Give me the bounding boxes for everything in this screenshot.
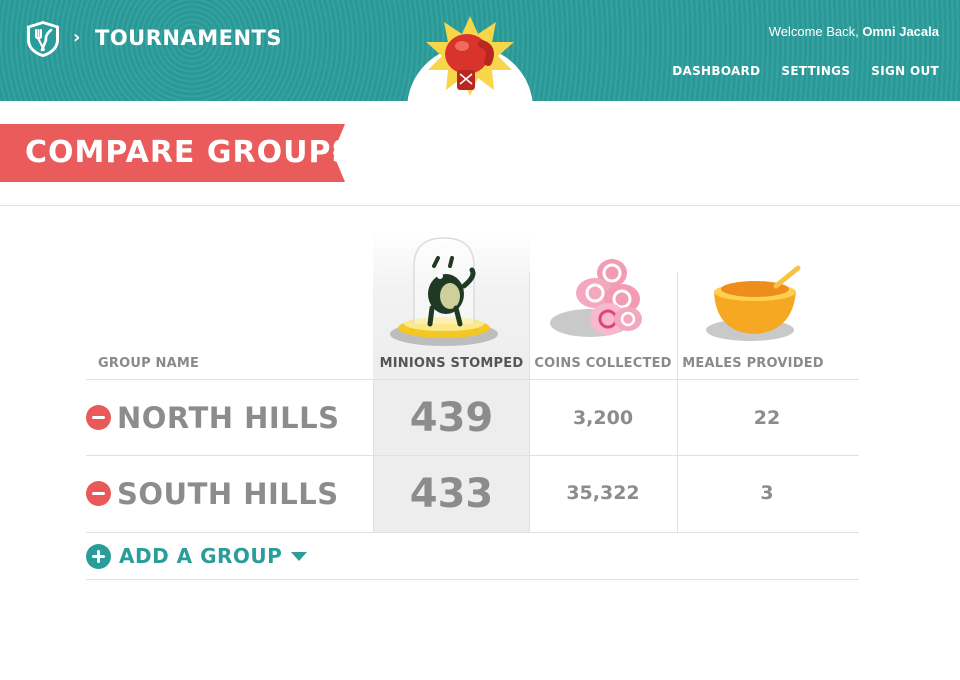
table-row: SOUTH HILLS 433 35,322 3 [86, 456, 859, 532]
meales-provided-value: 22 [753, 407, 781, 429]
column-header-coins-collected[interactable]: COINS COLLECTED [529, 356, 677, 372]
column-header-group-name[interactable]: GROUP NAME [98, 356, 199, 372]
add-group-button[interactable]: ADD A GROUP [86, 543, 308, 569]
remove-group-button[interactable] [86, 481, 111, 506]
nav-settings[interactable]: SETTINGS [781, 63, 850, 79]
minion-trophy-icon[interactable] [388, 236, 500, 348]
column-header-minions-stomped[interactable]: MINIONS STOMPED [373, 356, 530, 372]
nav-dashboard[interactable]: DASHBOARD [672, 63, 760, 79]
boxing-glove-burst-icon [426, 16, 514, 96]
meal-bowl-icon[interactable] [706, 262, 804, 342]
minions-stomped-value: 433 [409, 471, 494, 517]
plus-icon[interactable] [86, 543, 111, 569]
column-header-meales-provided[interactable]: MEALES PROVIDED [677, 356, 829, 372]
header-divider [0, 205, 960, 206]
user-name[interactable]: Omni Jacala [862, 24, 939, 39]
shield-fork-knife-icon[interactable] [25, 20, 61, 58]
coins-collected-value: 3,200 [572, 407, 634, 429]
top-nav: DASHBOARD SETTINGS SIGN OUT [672, 63, 939, 79]
caret-down-icon[interactable] [291, 551, 308, 561]
minions-stomped-value: 439 [409, 395, 494, 441]
breadcrumb-chevron-icon: › [73, 27, 81, 48]
coin-stack-icon[interactable] [550, 253, 644, 341]
group-name: NORTH HILLS [117, 401, 340, 435]
page-title: COMPARE GROUPS [25, 135, 355, 170]
tournaments-link[interactable]: TOURNAMENTS [95, 26, 282, 50]
remove-group-button[interactable] [86, 405, 111, 430]
table-row: NORTH HILLS 439 3,200 22 [86, 380, 859, 456]
meales-provided-value: 3 [760, 482, 774, 504]
group-name: SOUTH HILLS [117, 477, 339, 511]
welcome-prefix: Welcome Back, [768, 24, 859, 39]
add-group-label[interactable]: ADD A GROUP [119, 544, 282, 568]
coins-collected-value: 35,322 [566, 482, 640, 504]
row-divider [86, 579, 859, 580]
row-divider [86, 532, 859, 533]
welcome-message: Welcome Back, Omni Jacala [769, 24, 939, 40]
nav-sign-out[interactable]: SIGN OUT [871, 63, 939, 79]
